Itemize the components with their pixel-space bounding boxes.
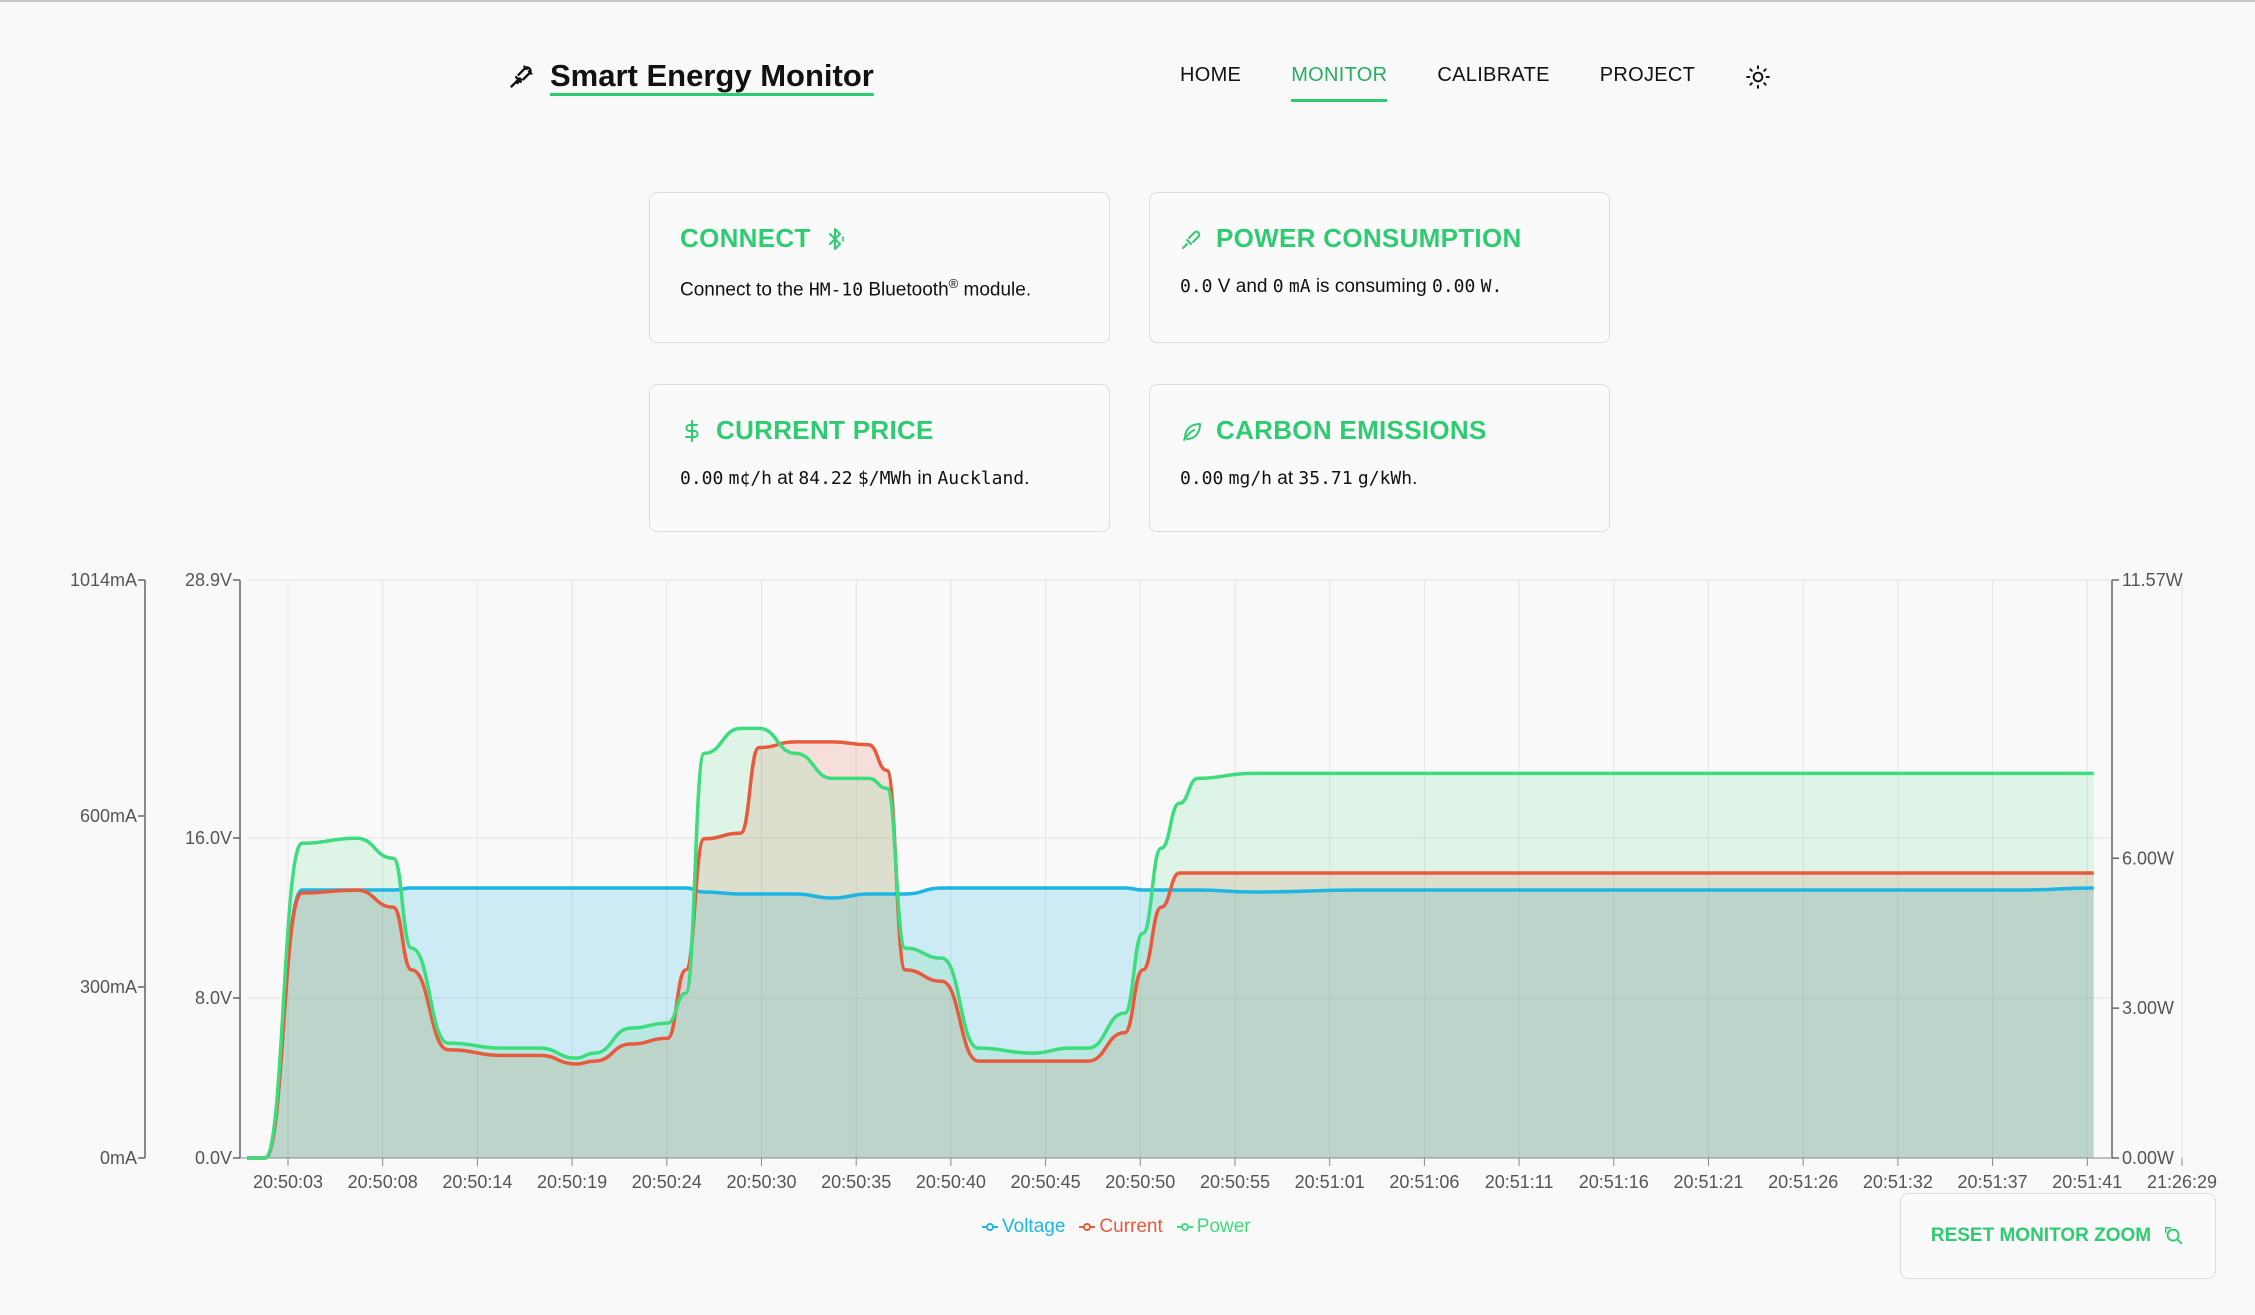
zoom-reset-icon: [2165, 1227, 2183, 1245]
current-axis-tick-label: 0mA: [100, 1148, 137, 1168]
legend-current-swatch: [1079, 1222, 1096, 1232]
x-tick-label: 20:51:11: [1485, 1172, 1554, 1192]
x-tick-label: 20:50:50: [1105, 1172, 1175, 1192]
nav-project[interactable]: PROJECT: [1600, 64, 1695, 102]
current-value: 0: [1272, 276, 1284, 297]
intensity-value: 35.71: [1298, 468, 1353, 489]
x-tick-label: 20:51:37: [1958, 1172, 2028, 1192]
x-tick-label: 20:51:26: [1768, 1172, 1838, 1192]
emission-value: 0.00: [1180, 468, 1224, 489]
reset-monitor-zoom-button[interactable]: RESET MONITOR ZOOM: [1900, 1193, 2216, 1279]
x-tick-label: 20:51:06: [1389, 1172, 1459, 1192]
price-title-label: CURRENT PRICE: [716, 415, 934, 445]
power-axis-tick-label: 0.00W: [2122, 1148, 2174, 1168]
cost-value: 0.00: [680, 468, 724, 489]
x-tick-label: 20:50:55: [1200, 1172, 1270, 1192]
voltage-axis-tick-label: 28.9V: [185, 570, 232, 590]
chart-svg[interactable]: 20:50:03 20:50:08 20:50:14 20:50:19 20:50:24…: [0, 562, 2255, 1262]
x-tick-label: 20:50:30: [726, 1172, 796, 1192]
connect-card-title: CONNECT: [680, 223, 1079, 254]
app-title[interactable]: Smart Energy Monitor: [550, 58, 874, 94]
power-axis-tick-label: 3.00W: [2122, 998, 2174, 1018]
module-name: HM-10: [808, 279, 864, 301]
current-axis-tick-label: 1014mA: [70, 570, 137, 590]
nav-home[interactable]: HOME: [1180, 64, 1241, 102]
leaf-icon: [1183, 422, 1201, 441]
x-tick-label: 20:51:32: [1863, 1172, 1933, 1192]
power-card-title: POWER CONSUMPTION: [1180, 223, 1579, 254]
x-tick-label: 20:50:08: [348, 1172, 418, 1192]
current-axis-tick-label: 600mA: [80, 806, 137, 826]
main-nav: HOME MONITOR CALIBRATE PROJECT: [1180, 64, 1771, 102]
nav-monitor[interactable]: MONITOR: [1291, 64, 1388, 102]
brand[interactable]: Smart Energy Monitor: [508, 58, 874, 94]
x-tick-label: 20:51:21: [1673, 1172, 1743, 1192]
connect-card[interactable]: CONNECT Connect to the HM-10 Bluetooth® …: [649, 192, 1110, 343]
x-tick-label: 20:51:16: [1579, 1172, 1649, 1192]
power-consumption-card: POWER CONSUMPTION 0.0 V and 0 mA is cons…: [1149, 192, 1610, 343]
x-tick-label: 20:50:03: [253, 1172, 323, 1192]
legend-power-swatch: [1176, 1222, 1193, 1232]
voltage-axis-tick-label: 8.0V: [195, 988, 232, 1008]
legend-voltage[interactable]: Voltage: [982, 1216, 1065, 1238]
voltage-value: 0.0: [1180, 276, 1213, 297]
x-tick-label: 20:50:45: [1011, 1172, 1081, 1192]
nav-calibrate[interactable]: CALIBRATE: [1437, 64, 1549, 102]
power-title-label: POWER CONSUMPTION: [1216, 223, 1522, 253]
rate-value: 84.22: [798, 468, 853, 489]
current-axis-tick-label: 300mA: [80, 977, 137, 997]
x-tick-label: 20:50:19: [537, 1172, 607, 1192]
x-tick-label: 20:51:41: [2052, 1172, 2122, 1192]
sun-icon[interactable]: [1745, 64, 1771, 90]
carbon-emissions-card: CARBON EMISSIONS 0.00 mg/h at 35.71 g/kW…: [1149, 384, 1610, 532]
region-name: Auckland: [937, 468, 1025, 489]
price-card-title: CURRENT PRICE: [680, 415, 1079, 446]
x-tick-label: 20:50:35: [821, 1172, 891, 1192]
power-value: 0.00: [1432, 276, 1476, 297]
x-tick-label: 20:51:01: [1295, 1172, 1365, 1192]
legend-voltage-swatch: [982, 1222, 998, 1232]
current-price-card: CURRENT PRICE 0.00 m¢/h at 84.22 $/MWh i…: [649, 384, 1110, 532]
dollar-icon: [685, 419, 699, 442]
x-tick-label: 21:26:29: [2147, 1172, 2217, 1192]
x-tick-label: 20:50:24: [632, 1172, 702, 1192]
connect-title-label: CONNECT: [680, 223, 811, 253]
chart-legend: Voltage Current Power: [982, 1216, 1251, 1238]
power-card-text: 0.0 V and 0 mA is consuming 0.00 W.: [1180, 276, 1503, 297]
carbon-card-title: CARBON EMISSIONS: [1180, 415, 1579, 446]
plug-icon: [510, 65, 533, 88]
power-axis-tick-label: 6.00W: [2122, 848, 2174, 868]
price-card-text: 0.00 m¢/h at 84.22 $/MWh in Auckland.: [680, 468, 1030, 489]
voltage-axis-tick-label: 0.0V: [195, 1148, 232, 1168]
legend-power[interactable]: Power: [1176, 1216, 1251, 1238]
connect-card-text: Connect to the HM-10 Bluetooth® module.: [680, 276, 1032, 301]
legend-current[interactable]: Current: [1079, 1216, 1163, 1238]
carbon-title-label: CARBON EMISSIONS: [1216, 415, 1487, 445]
monitor-chart[interactable]: 20:50:03 20:50:08 20:50:14 20:50:19 20:50:24…: [0, 562, 2255, 1262]
power-axis-tick-label: 11.57W: [2122, 570, 2183, 590]
voltage-axis-tick-label: 16.0V: [185, 828, 232, 848]
bluetooth-icon: [828, 227, 844, 250]
reset-zoom-label: RESET MONITOR ZOOM: [1930, 1225, 2152, 1246]
x-tick-label: 20:50:40: [916, 1172, 986, 1192]
carbon-card-text: 0.00 mg/h at 35.71 g/kWh.: [1180, 468, 1418, 489]
x-tick-label: 20:50:14: [442, 1172, 512, 1192]
plug-icon: [1182, 230, 1201, 249]
